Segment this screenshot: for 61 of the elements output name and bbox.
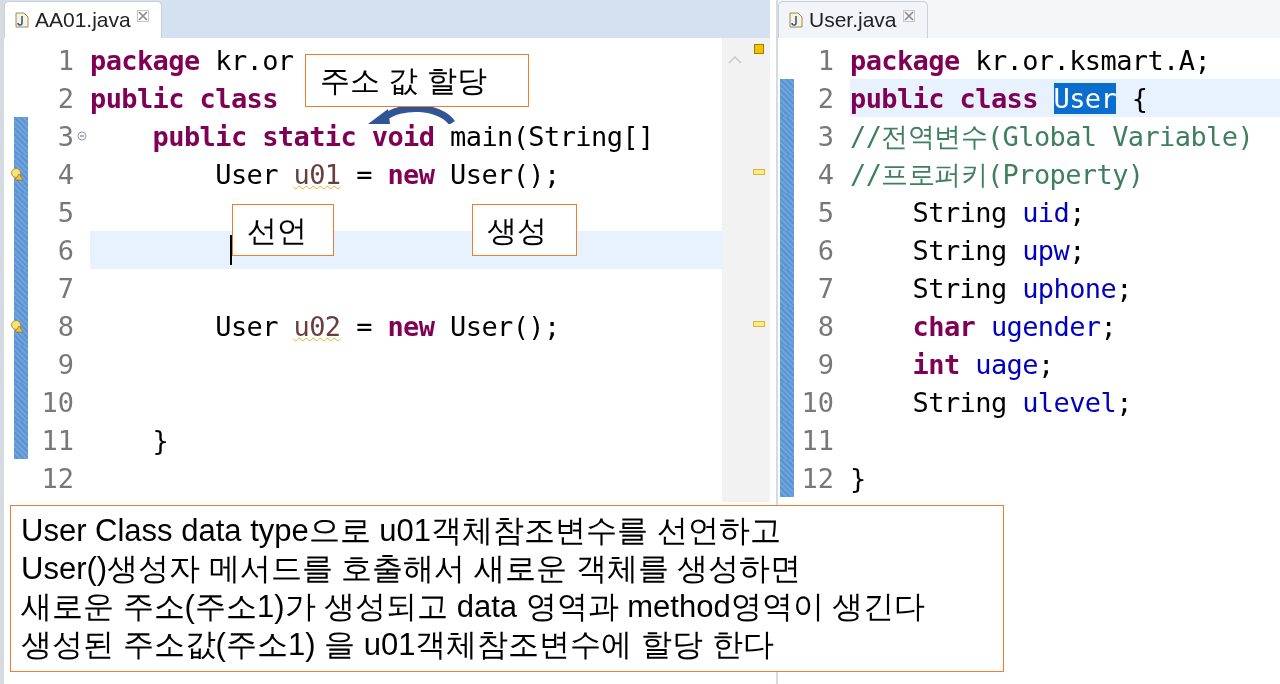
note-line: 새로운 주소(주소1)가 생성되고 data 영역과 method영역이 생긴다 — [21, 588, 927, 626]
code-line: } — [151, 426, 169, 454]
code-line: String uphone; — [911, 274, 1132, 302]
code-line: String uid; — [911, 198, 1085, 226]
warning-mark[interactable] — [753, 321, 765, 327]
line-number: 10 — [40, 386, 74, 418]
code-line: User u02 = new User(); — [214, 312, 560, 340]
code-line: } — [850, 464, 866, 492]
collapse-icon[interactable] — [77, 131, 87, 141]
code-line: char ugender; — [911, 312, 1117, 340]
note-line: User Class data type으로 u01객체참조변수를 선언하고 — [21, 512, 782, 550]
line-number: 6 — [816, 234, 834, 266]
line-number: 7 — [816, 272, 834, 304]
code-line: public class — [90, 84, 278, 112]
line-number: 11 — [40, 424, 74, 456]
line-number: 4 — [56, 158, 74, 190]
line-number: 2 — [56, 82, 74, 114]
line-number: 3 — [816, 120, 834, 152]
java-file-icon — [15, 12, 29, 28]
code-line: String upw; — [911, 236, 1085, 264]
code-line: package kr.or — [90, 46, 294, 74]
line-number: 10 — [800, 386, 834, 418]
line-number: 1 — [56, 44, 74, 76]
code-line: //전역변수(Global Variable) — [850, 122, 1254, 150]
bulb-warning-icon[interactable] — [10, 167, 24, 181]
code-line: int uage; — [911, 350, 1054, 378]
line-number: 2 — [816, 82, 834, 114]
editor-tab[interactable]: AA01.java — [4, 1, 162, 38]
line-number: 6 — [56, 234, 74, 266]
caret-icon — [728, 56, 742, 64]
code-line: //프로퍼키(Property) — [850, 160, 1144, 188]
line-number: 9 — [56, 348, 74, 380]
callout-label: 생성 — [472, 204, 577, 256]
line-number: 5 — [56, 196, 74, 228]
note-line: User()생성자 메서드를 호출해서 새로운 객체를 생성하면 — [21, 550, 803, 588]
line-number: 9 — [816, 348, 834, 380]
line-number: 8 — [56, 310, 74, 342]
editor-tab[interactable]: User.java — [778, 1, 928, 38]
line-number: 12 — [800, 462, 834, 494]
note-line: 생성된 주소값(주소1) 을 u01객체참조변수에 할당 한다 — [21, 626, 775, 664]
line-number: 1 — [816, 44, 834, 76]
bulb-warning-icon[interactable] — [10, 319, 24, 333]
line-number: 8 — [816, 310, 834, 342]
warning-mark[interactable] — [753, 169, 765, 175]
callout-label: 주소 값 할당 — [305, 54, 529, 107]
line-number: 11 — [800, 424, 834, 456]
line-number: 4 — [816, 158, 834, 190]
code-line: User u01 = new User(); — [214, 160, 560, 188]
line-number: 5 — [816, 196, 834, 228]
line-number: 12 — [40, 462, 74, 494]
code-line: public class User { — [850, 84, 1148, 112]
code-line: public static void main(String[] — [151, 122, 654, 150]
code-line: package kr.or.ksmart.A; — [850, 46, 1211, 74]
line-number: 3 — [56, 120, 74, 152]
code-line: String ulevel; — [911, 388, 1132, 416]
java-file-icon — [789, 12, 803, 28]
callout-label: 선언 — [232, 204, 334, 256]
close-icon[interactable] — [902, 10, 915, 22]
warning-summary-icon — [754, 44, 764, 54]
line-number: 7 — [56, 272, 74, 304]
close-icon[interactable] — [136, 10, 149, 22]
